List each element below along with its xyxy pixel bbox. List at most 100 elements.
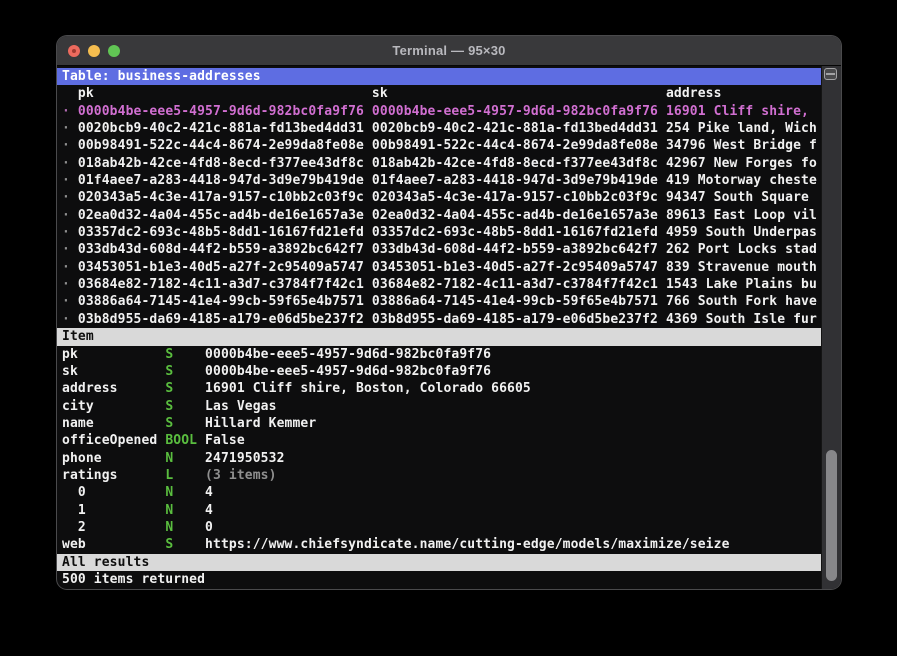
field-value: https://www.chiefsyndicate.name/cutting-…: [205, 537, 730, 553]
field-value: 0000b4be-eee5-4957-9d6d-982bc0fa9f76: [205, 363, 492, 379]
field-key: sk: [62, 363, 166, 379]
field-type: N: [165, 450, 206, 466]
item-field-row: city S Las Vegas: [57, 398, 821, 415]
row-text: 03453051-b1e3-40d5-a27f-2c95409a5747 034…: [69, 259, 817, 275]
row-bullet-icon: ·: [62, 311, 70, 327]
row-bullet-icon: ·: [62, 242, 70, 258]
field-key: 2: [62, 519, 166, 535]
field-value: 2471950532: [205, 450, 285, 466]
item-field-row: pk S 0000b4be-eee5-4957-9d6d-982bc0fa9f7…: [57, 346, 821, 363]
field-type: S: [165, 415, 206, 431]
field-type: S: [165, 398, 206, 414]
row-text: 03886a64-7145-41e4-99cb-59f65e4b7571 038…: [69, 294, 817, 310]
item-field-row: officeOpened BOOL False: [57, 432, 821, 449]
split-pane-icon[interactable]: [824, 68, 837, 80]
table-row[interactable]: · 018ab42b-42ce-4fd8-8ecd-f377ee43df8c 0…: [57, 155, 821, 172]
field-key: phone: [62, 450, 166, 466]
item-field-row: address S 16901 Cliff shire, Boston, Col…: [57, 380, 821, 397]
row-bullet-icon: ·: [62, 190, 70, 206]
table-row[interactable]: · 03684e82-7182-4c11-a3d7-c3784f7f42c1 0…: [57, 276, 821, 293]
field-value: 0: [205, 519, 213, 535]
field-value: 0000b4be-eee5-4957-9d6d-982bc0fa9f76: [205, 346, 492, 362]
zoom-button[interactable]: [108, 44, 120, 57]
field-type: N: [165, 502, 206, 518]
row-text: 01f4aee7-a283-4418-947d-3d9e79b419de 01f…: [69, 173, 817, 189]
results-filter-bar: All results: [57, 553, 821, 571]
item-field-row: name S Hillard Kemmer: [57, 415, 821, 432]
row-text: 0020bcb9-40c2-421c-881a-fd13bed4dd31 002…: [69, 121, 817, 137]
item-field-row: phone N 2471950532: [57, 450, 821, 467]
row-text: 03684e82-7182-4c11-a3d7-c3784f7f42c1 036…: [69, 277, 817, 293]
item-field-row: sk S 0000b4be-eee5-4957-9d6d-982bc0fa9f7…: [57, 363, 821, 380]
table-row[interactable]: · 03453051-b1e3-40d5-a27f-2c95409a5747 0…: [57, 259, 821, 276]
table-row[interactable]: · 020343a5-4c3e-417a-9157-c10bb2c03f9c 0…: [57, 189, 821, 206]
field-value: 4: [205, 502, 213, 518]
table-row[interactable]: · 03357dc2-693c-48b5-8dd1-16167fd21efd 0…: [57, 224, 821, 241]
row-bullet-icon: ·: [62, 103, 70, 119]
window-title: Terminal — 95×30: [392, 43, 506, 58]
row-text: 033db43d-608d-44f2-b559-a3892bc642f7 033…: [69, 242, 817, 258]
scrollbar-thumb[interactable]: [825, 450, 837, 581]
row-bullet-icon: ·: [62, 225, 70, 241]
scrollbar-track[interactable]: [821, 66, 841, 589]
row-text: 00b98491-522c-44c4-8674-2e99da8fe08e 00b…: [69, 138, 817, 154]
table-row[interactable]: · 03886a64-7145-41e4-99cb-59f65e4b7571 0…: [57, 293, 821, 310]
field-type: S: [165, 363, 206, 379]
field-key: name: [62, 415, 166, 431]
item-field-row: 1 N 4: [57, 502, 821, 519]
field-type: N: [165, 519, 206, 535]
traffic-lights: [68, 36, 120, 65]
field-value: 16901 Cliff shire, Boston, Colorado 6660…: [205, 381, 531, 397]
table-row[interactable]: · 02ea0d32-4a04-455c-ad4b-de16e1657a3e 0…: [57, 207, 821, 224]
field-key: ratings: [62, 467, 166, 483]
field-type: L: [165, 467, 206, 483]
table-row[interactable]: · 01f4aee7-a283-4418-947d-3d9e79b419de 0…: [57, 172, 821, 189]
row-bullet-icon: ·: [62, 259, 70, 275]
table-header-bar: Table: business-addresses: [57, 68, 821, 86]
table-row[interactable]: · 033db43d-608d-44f2-b559-a3892bc642f7 0…: [57, 241, 821, 258]
table-row[interactable]: · 0020bcb9-40c2-421c-881a-fd13bed4dd31 0…: [57, 120, 821, 137]
split-pane-divider-line: [826, 73, 835, 75]
window-titlebar[interactable]: Terminal — 95×30: [57, 36, 841, 66]
field-key: web: [62, 537, 166, 553]
field-key: 0: [62, 485, 166, 501]
table-row[interactable]: · 03b8d955-da69-4185-a179-e06d5be237f2 0…: [57, 311, 821, 328]
row-bullet-icon: ·: [62, 173, 70, 189]
row-bullet-icon: ·: [62, 277, 70, 293]
table-row[interactable]: · 00b98491-522c-44c4-8674-2e99da8fe08e 0…: [57, 137, 821, 154]
item-field-row: web S https://www.chiefsyndicate.name/cu…: [57, 536, 821, 553]
field-value: Las Vegas: [205, 398, 277, 414]
close-button[interactable]: [68, 44, 80, 57]
field-value: Hillard Kemmer: [205, 415, 317, 431]
row-bullet-icon: ·: [62, 294, 70, 310]
table-rows: · 0000b4be-eee5-4957-9d6d-982bc0fa9f76 0…: [57, 103, 821, 328]
item-header-bar: Item: [57, 328, 821, 346]
status-line: 500 items returned: [62, 571, 206, 587]
field-key: address: [62, 381, 166, 397]
terminal-window: Terminal — 95×30 Table: business-address…: [57, 36, 841, 589]
row-text: 03b8d955-da69-4185-a179-e06d5be237f2 03b…: [69, 311, 817, 327]
field-key: 1: [62, 502, 166, 518]
item-field-row: 0 N 4: [57, 484, 821, 501]
field-value: (3 items): [205, 467, 277, 483]
item-field-row: 2 N 0: [57, 519, 821, 536]
field-value: 4: [205, 485, 213, 501]
terminal-screen[interactable]: Table: business-addresses pk sk address …: [57, 66, 821, 589]
minimize-button[interactable]: [88, 44, 100, 57]
row-text: 02ea0d32-4a04-455c-ad4b-de16e1657a3e 02e…: [69, 207, 817, 223]
table-row[interactable]: · 0000b4be-eee5-4957-9d6d-982bc0fa9f76 0…: [57, 103, 821, 120]
field-type: N: [165, 485, 206, 501]
row-bullet-icon: ·: [62, 207, 70, 223]
row-text: 018ab42b-42ce-4fd8-8ecd-f377ee43df8c 018…: [69, 155, 817, 171]
row-text: 0000b4be-eee5-4957-9d6d-982bc0fa9f76 000…: [69, 103, 809, 119]
column-header-row: pk sk address: [62, 86, 722, 102]
field-key: officeOpened: [62, 433, 166, 449]
field-type: S: [165, 381, 206, 397]
field-type: S: [165, 537, 206, 553]
field-value: False: [205, 433, 245, 449]
row-text: 020343a5-4c3e-417a-9157-c10bb2c03f9c 020…: [69, 190, 809, 206]
field-key: pk: [62, 346, 166, 362]
field-type: S: [165, 346, 206, 362]
field-type: BOOL: [165, 433, 206, 449]
row-text: 03357dc2-693c-48b5-8dd1-16167fd21efd 033…: [69, 225, 817, 241]
